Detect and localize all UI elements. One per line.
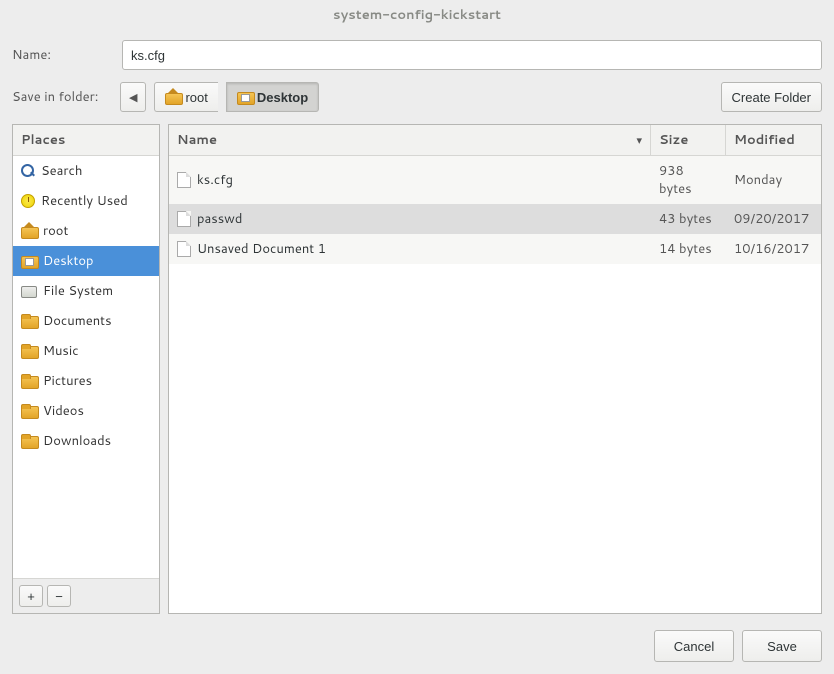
file-icon [177, 172, 191, 188]
column-headers: Name ▾ Size Modified [169, 125, 821, 156]
folder-icon [21, 404, 37, 418]
folder-icon [21, 434, 37, 448]
file-name-cell: passwd [169, 204, 651, 234]
chevron-left-icon: ◀ [129, 91, 137, 104]
column-name[interactable]: Name ▾ [169, 125, 651, 155]
sidebar-item-label: Desktop [43, 252, 94, 270]
sidebar-item-documents[interactable]: Documents [13, 306, 159, 336]
sidebar-item-label: Music [43, 342, 79, 360]
name-row: Name: [12, 34, 822, 76]
desktop-icon [237, 90, 253, 104]
drive-icon [21, 286, 37, 298]
cancel-button[interactable]: Cancel [654, 630, 734, 662]
file-icon [177, 211, 191, 227]
file-size: 938 bytes [651, 156, 726, 204]
file-size: 14 bytes [651, 234, 726, 264]
folder-row: Save in folder: ◀ root Desktop Create Fo… [12, 76, 822, 124]
sidebar-item-label: File System [43, 282, 113, 300]
name-label: Name: [12, 46, 112, 64]
file-name-cell: Unsaved Document 1 [169, 234, 651, 264]
sidebar-item-music[interactable]: Music [13, 336, 159, 366]
save-dialog: system-config-kickstart Name: Save in fo… [0, 0, 834, 674]
file-size: 43 bytes [651, 204, 726, 234]
save-in-label: Save in folder: [12, 88, 112, 106]
sidebar-item-downloads[interactable]: Downloads [13, 426, 159, 456]
file-name: Unsaved Document 1 [197, 240, 326, 258]
clock-icon [21, 194, 35, 208]
places-header: Places [13, 125, 159, 156]
file-icon [177, 241, 191, 257]
folder-icon [21, 374, 37, 388]
sidebar-footer: + − [13, 578, 159, 613]
sidebar-item-root[interactable]: root [13, 216, 159, 246]
sidebar-item-label: Documents [43, 312, 112, 330]
column-modified[interactable]: Modified [726, 125, 821, 155]
sidebar-item-label: Videos [43, 402, 84, 420]
sidebar-item-search[interactable]: Search [13, 156, 159, 186]
main-area: Places Search Recently Used root Desktop Fil… [12, 124, 822, 614]
sidebar-item-label: root [43, 222, 68, 240]
folder-icon [21, 344, 37, 358]
path-back-button[interactable]: ◀ [120, 82, 146, 112]
photo-icon [21, 254, 37, 268]
sidebar-item-label: Search [41, 162, 82, 180]
path-segment-desktop[interactable]: Desktop [226, 82, 319, 112]
column-size[interactable]: Size [651, 125, 726, 155]
sidebar-item-desktop[interactable]: Desktop [13, 246, 159, 276]
file-row[interactable]: ks.cfg 938 bytesMonday [169, 156, 821, 204]
remove-bookmark-button[interactable]: − [47, 585, 71, 607]
file-name-cell: ks.cfg [169, 165, 651, 195]
file-modified: Monday [726, 165, 821, 195]
home-icon [21, 224, 37, 238]
file-name: ks.cfg [197, 171, 233, 189]
file-modified: 10/16/2017 [726, 234, 821, 264]
file-modified: 09/20/2017 [726, 204, 821, 234]
path-label: root [185, 90, 207, 105]
sidebar-item-label: Downloads [43, 432, 111, 450]
file-row[interactable]: passwd 43 bytes09/20/2017 [169, 204, 821, 234]
path-segment-root[interactable]: root [154, 82, 217, 112]
create-folder-button[interactable]: Create Folder [721, 82, 822, 112]
filename-input[interactable] [122, 40, 822, 70]
dialog-buttons: Cancel Save [12, 614, 822, 662]
path-label: Desktop [257, 90, 308, 105]
sidebar-item-recently-used[interactable]: Recently Used [13, 186, 159, 216]
sidebar-item-file-system[interactable]: File System [13, 276, 159, 306]
folder-icon [21, 314, 37, 328]
file-rows: ks.cfg 938 bytesMonday passwd 43 bytes09/20… [169, 156, 821, 613]
places-list: Search Recently Used root Desktop File Syste… [13, 156, 159, 578]
dialog-content: Name: Save in folder: ◀ root Desktop Cre… [0, 34, 834, 674]
search-icon [21, 164, 35, 178]
places-sidebar: Places Search Recently Used root Desktop Fil… [12, 124, 160, 614]
add-bookmark-button[interactable]: + [19, 585, 43, 607]
file-list-pane: Name ▾ Size Modified ks.cfg 938 bytesMond… [168, 124, 822, 614]
sidebar-item-label: Pictures [43, 372, 92, 390]
file-row[interactable]: Unsaved Document 1 14 bytes10/16/2017 [169, 234, 821, 264]
sidebar-item-label: Recently Used [41, 192, 128, 210]
home-icon [165, 90, 181, 104]
sidebar-item-videos[interactable]: Videos [13, 396, 159, 426]
file-name: passwd [197, 210, 242, 228]
sidebar-item-pictures[interactable]: Pictures [13, 366, 159, 396]
window-title: system-config-kickstart [0, 0, 834, 34]
sort-indicator-icon: ▾ [636, 132, 642, 148]
save-button[interactable]: Save [742, 630, 822, 662]
